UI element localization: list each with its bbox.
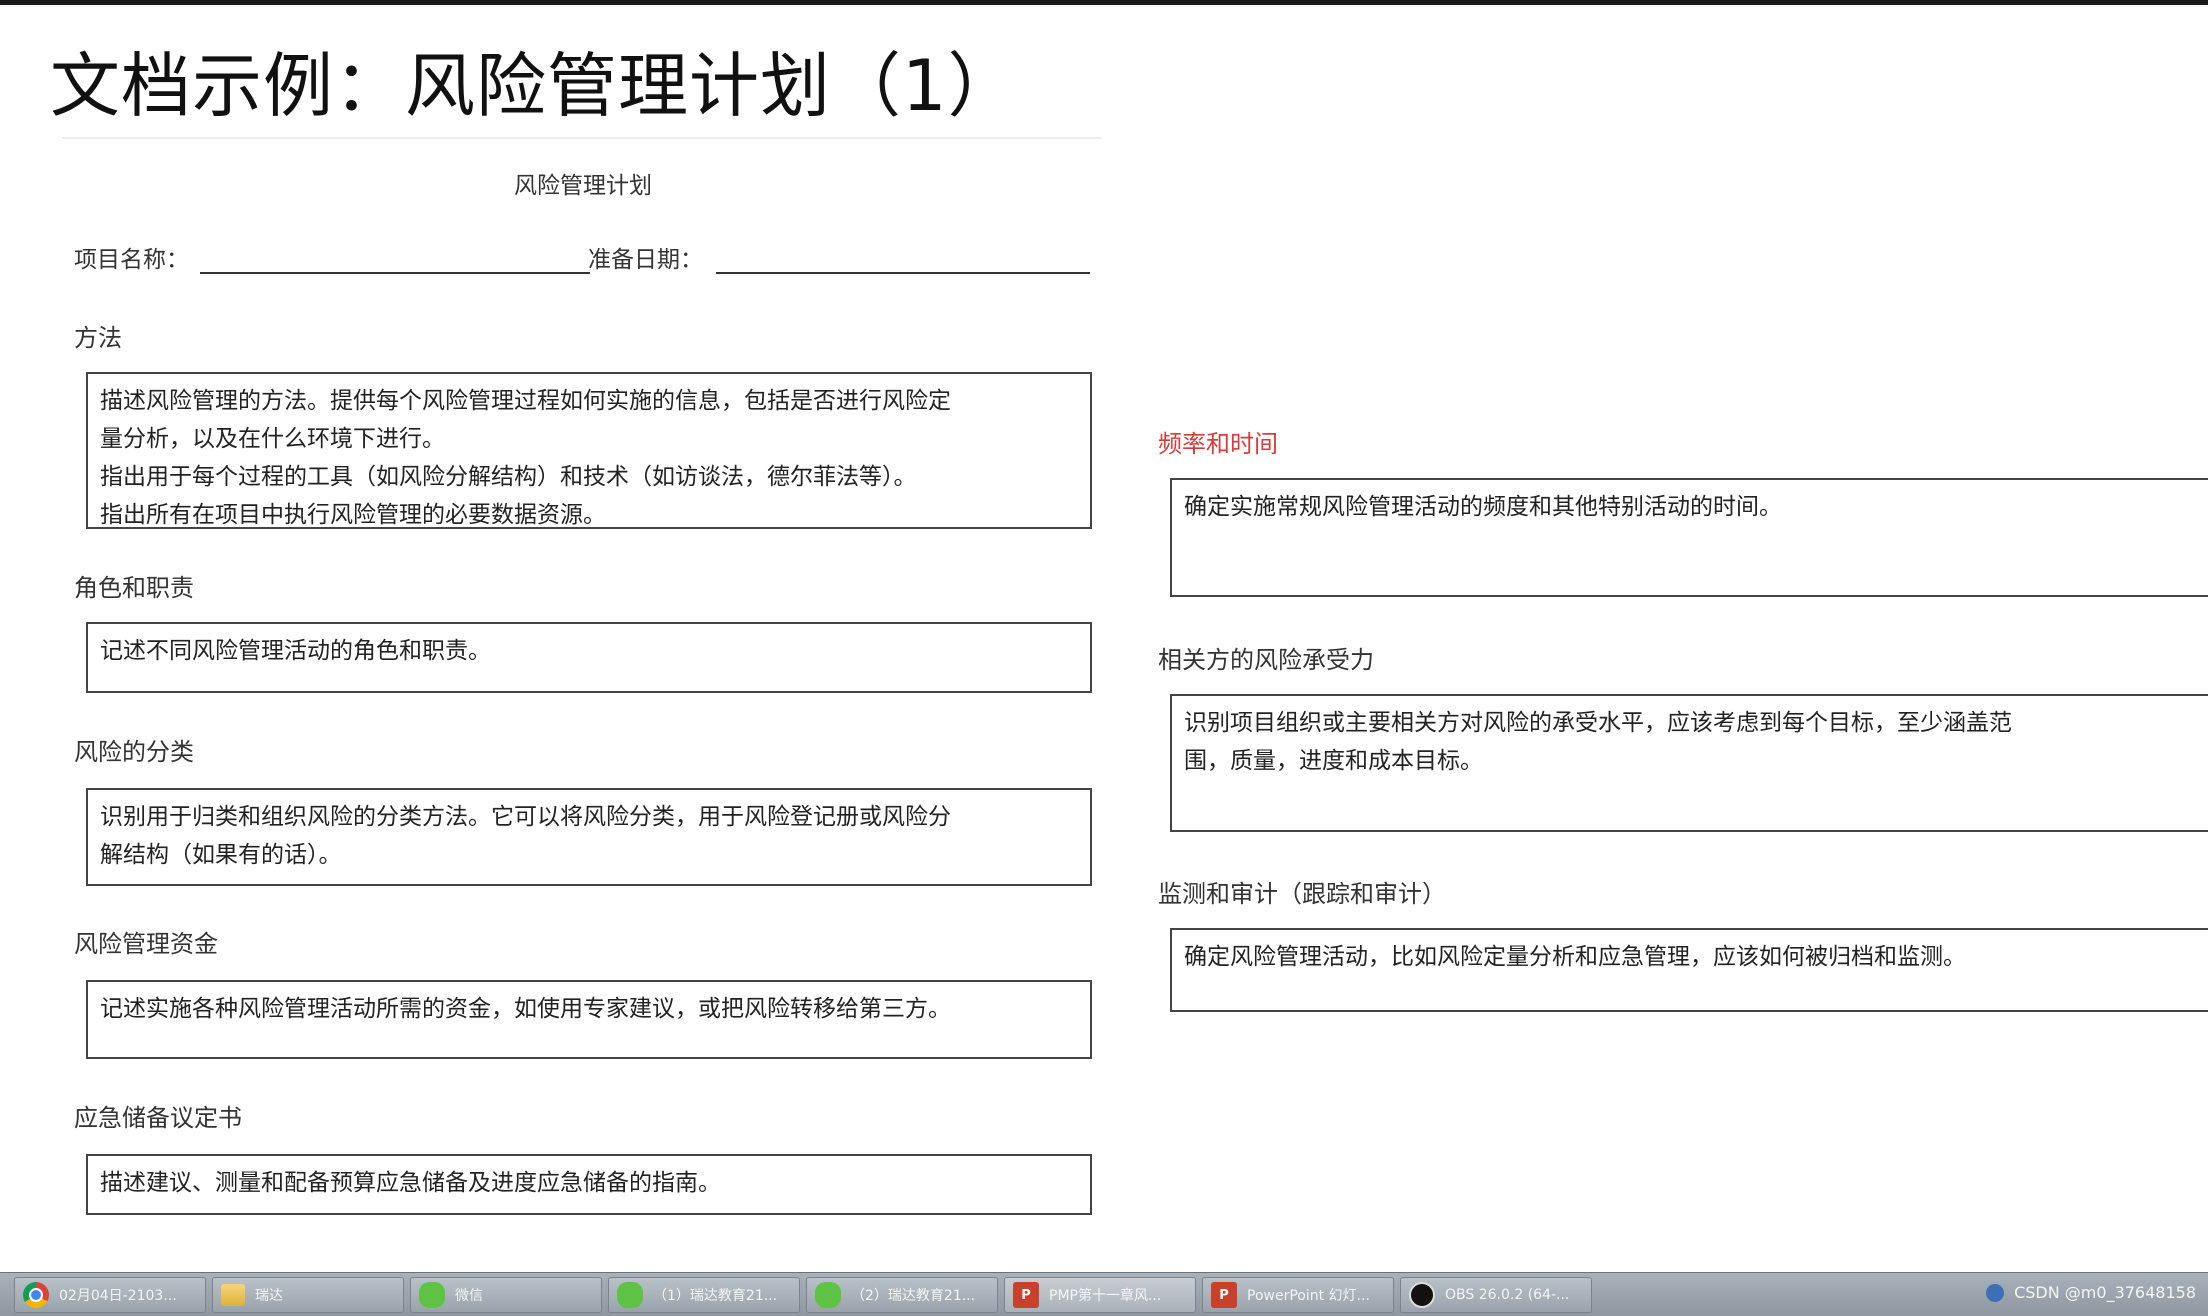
watermark-text: CSDN @m0_37648158 (2014, 1283, 2196, 1302)
slide-title: 文档示例：风险管理计划（1） (50, 45, 1019, 127)
box-line: 识别项目组织或主要相关方对风险的承受水平，应该考虑到每个目标，至少涵盖范 (1184, 710, 2012, 736)
window-top-border (0, 0, 2208, 5)
section-label-method: 方法 (74, 324, 122, 352)
box-line: 描述风险管理的方法。提供每个风险管理过程如何实施的信息，包括是否进行风险定 (100, 388, 951, 414)
title-divider (62, 137, 1102, 139)
folder-icon (221, 1284, 245, 1306)
box-line: 识别用于归类和组织风险的分类方法。它可以将风险分类，用于风险登记册或风险分 (100, 804, 951, 830)
powerpoint-icon: P (1211, 1282, 1237, 1308)
taskbar-item-wechat[interactable]: 微信 (410, 1277, 602, 1313)
taskbar-item-wechat-chat-2[interactable]: （2）瑞达教育21... (806, 1277, 998, 1313)
box-line: 记述不同风险管理活动的角色和职责。 (100, 638, 491, 664)
section-box-monitoring: 确定风险管理活动，比如风险定量分析和应急管理，应该如何被归档和监测。 (1170, 928, 2208, 1012)
section-box-method: 描述风险管理的方法。提供每个风险管理过程如何实施的信息，包括是否进行风险定 量分… (86, 372, 1092, 529)
taskbar-item-pmp-ppt[interactable]: P PMP第十一章风... (1004, 1277, 1196, 1313)
project-name-field[interactable] (200, 272, 590, 274)
taskbar-item-label: （1）瑞达教育21... (653, 1288, 778, 1304)
box-line: 解结构（如果有的话）。 (100, 842, 342, 868)
section-label-funding: 风险管理资金 (74, 930, 218, 958)
prepare-date-field[interactable] (716, 272, 1090, 274)
chrome-icon (23, 1282, 49, 1308)
obs-icon (1409, 1282, 1435, 1308)
section-label-roles: 角色和职责 (74, 574, 194, 602)
document-title: 风险管理计划 (514, 173, 652, 199)
taskbar-item-powerpoint-slideshow[interactable]: P PowerPoint 幻灯... (1202, 1277, 1394, 1313)
taskbar-item-obs[interactable]: OBS 26.0.2 (64-... (1400, 1277, 1592, 1313)
prepare-date-label: 准备日期： (588, 247, 703, 273)
powerpoint-icon: P (1013, 1282, 1039, 1308)
taskbar-item-chrome[interactable]: 02月04日-2103... (14, 1277, 206, 1313)
taskbar-item-label: PMP第十一章风... (1049, 1288, 1162, 1304)
project-meta-row: 项目名称： 准备日期： (0, 240, 1166, 276)
section-box-frequency: 确定实施常规风险管理活动的频度和其他特别活动的时间。 (1170, 478, 2208, 597)
box-line: 量分析，以及在什么环境下进行。 (100, 426, 445, 452)
wechat-icon (617, 1282, 643, 1308)
section-label-frequency: 频率和时间 (1158, 430, 1278, 458)
box-line: 指出所有在项目中执行风险管理的必要数据资源。 (100, 502, 606, 528)
taskbar-item-wechat-chat-1[interactable]: （1）瑞达教育21... (608, 1277, 800, 1313)
section-label-categories: 风险的分类 (74, 738, 194, 766)
box-line: 指出用于每个过程的工具（如风险分解结构）和技术（如访谈法，德尔菲法等）。 (100, 464, 917, 490)
section-label-monitoring: 监测和审计（跟踪和审计） (1158, 880, 1446, 908)
section-box-roles: 记述不同风险管理活动的角色和职责。 (86, 622, 1092, 693)
taskbar-item-label: OBS 26.0.2 (64-... (1445, 1287, 1570, 1303)
section-box-risk-tolerance: 识别项目组织或主要相关方对风险的承受水平，应该考虑到每个目标，至少涵盖范 围，质… (1170, 694, 2208, 832)
taskbar-item-label: 微信 (455, 1288, 483, 1304)
box-line: 确定实施常规风险管理活动的频度和其他特别活动的时间。 (1184, 494, 1782, 520)
section-box-contingency: 描述建议、测量和配备预算应急储备及进度应急储备的指南。 (86, 1154, 1092, 1215)
section-box-categories: 识别用于归类和组织风险的分类方法。它可以将风险分类，用于风险登记册或风险分 解结… (86, 788, 1092, 886)
taskbar-item-label: 瑞达 (255, 1288, 283, 1304)
taskbar-item-label: （2）瑞达教育21... (851, 1288, 976, 1304)
wechat-icon (419, 1282, 445, 1308)
box-line: 描述建议、测量和配备预算应急储备及进度应急储备的指南。 (100, 1170, 721, 1196)
section-box-funding: 记述实施各种风险管理活动所需的资金，如使用专家建议，或把风险转移给第三方。 (86, 980, 1092, 1059)
search-icon[interactable] (1986, 1283, 2005, 1302)
box-line: 确定风险管理活动，比如风险定量分析和应急管理，应该如何被归档和监测。 (1184, 944, 1966, 970)
wechat-icon (815, 1282, 841, 1308)
system-tray: CSDN @m0_37648158 (1986, 1283, 2196, 1302)
taskbar-item-folder[interactable]: 瑞达 (212, 1277, 404, 1313)
box-line: 记述实施各种风险管理活动所需的资金，如使用专家建议，或把风险转移给第三方。 (100, 996, 951, 1022)
box-line: 围，质量，进度和成本目标。 (1184, 748, 1483, 774)
section-label-risk-tolerance: 相关方的风险承受力 (1158, 646, 1374, 674)
section-label-contingency: 应急储备议定书 (74, 1104, 242, 1132)
taskbar-item-label: PowerPoint 幻灯... (1247, 1288, 1370, 1304)
taskbar: 02月04日-2103... 瑞达 微信 （1）瑞达教育21... （2）瑞达教… (0, 1272, 2208, 1316)
project-name-label: 项目名称： (74, 247, 189, 273)
taskbar-item-label: 02月04日-2103... (59, 1288, 177, 1304)
